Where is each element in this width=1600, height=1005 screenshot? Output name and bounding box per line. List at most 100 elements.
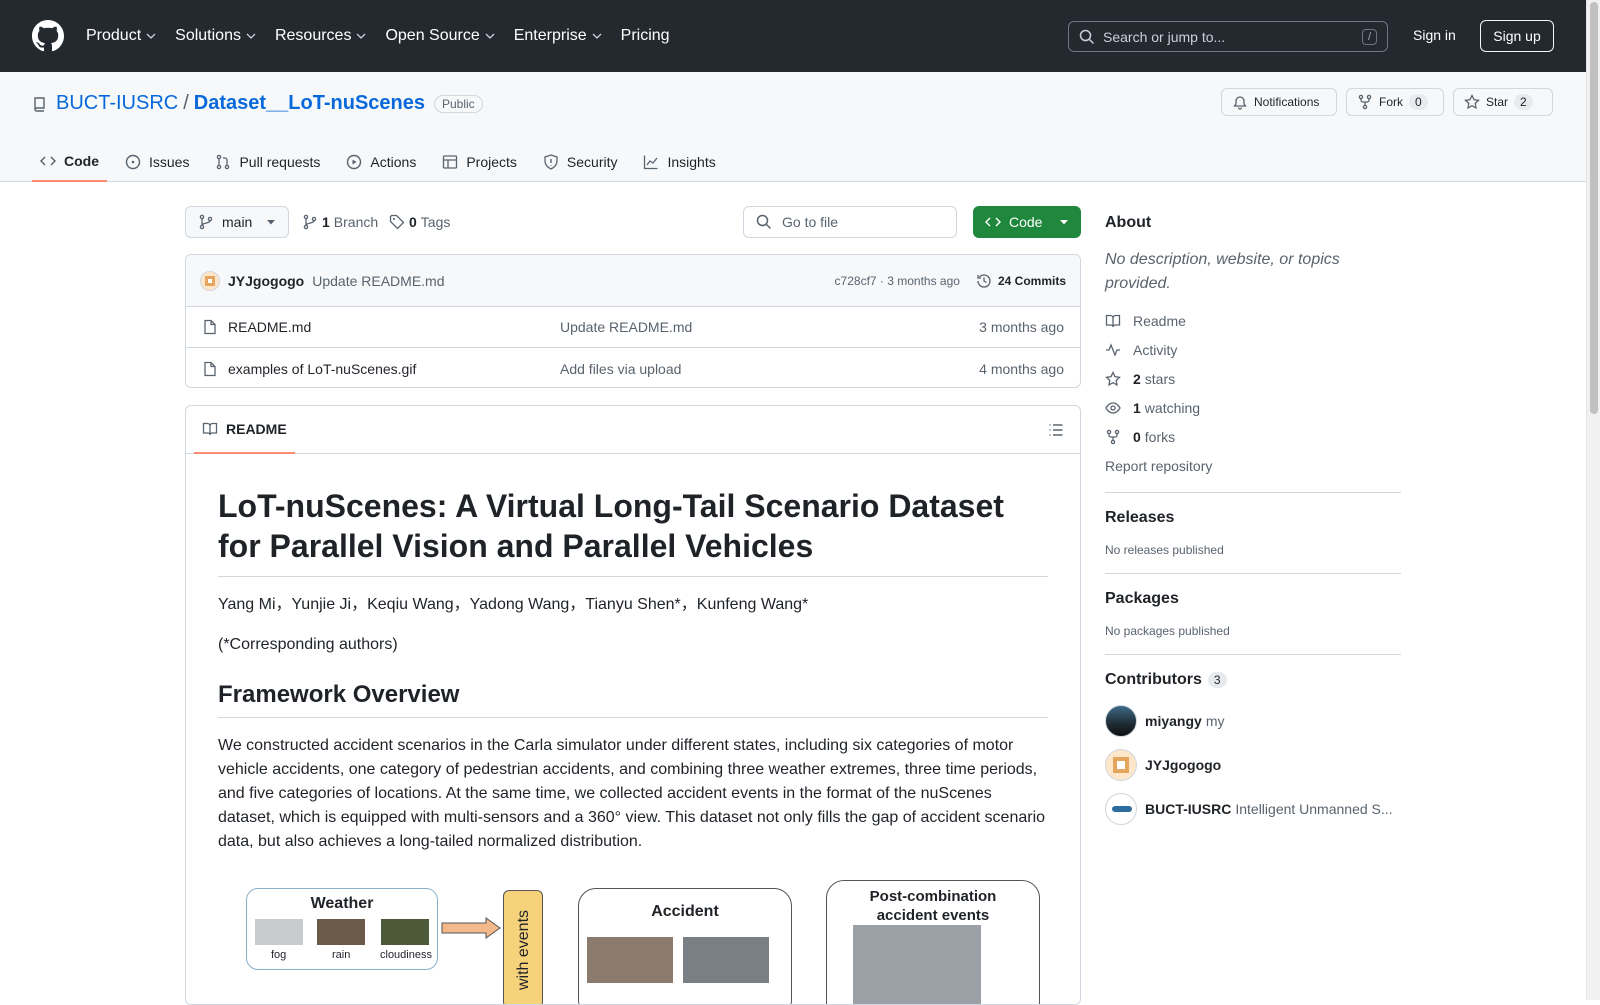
avatar[interactable]	[1105, 705, 1137, 737]
nav-open-source[interactable]: Open Source	[385, 27, 495, 45]
chevron-down-icon	[485, 33, 495, 39]
framework-diagram: Weather fog rain cloudiness with events …	[218, 880, 1048, 1004]
search-placeholder: Search or jump to...	[1103, 28, 1226, 45]
fork-icon	[1358, 94, 1372, 110]
nav-pricing[interactable]: Pricing	[621, 27, 670, 45]
rain-label: rain	[332, 949, 351, 961]
shield-icon	[544, 154, 558, 170]
contributors-heading[interactable]: Contributors 3	[1105, 671, 1401, 689]
outline-list-icon[interactable]	[1048, 422, 1064, 438]
contributor-name: my	[1205, 713, 1225, 729]
commit-hash-time[interactable]: c728cf7 · 3 months ago	[835, 274, 960, 288]
contributors-count: 3	[1207, 672, 1227, 688]
cloudiness-label: cloudiness	[380, 949, 432, 961]
file-name[interactable]: README.md	[228, 319, 560, 335]
tag-label: Tags	[420, 214, 451, 230]
repo-separator: /	[183, 92, 189, 114]
contributor-login[interactable]: JYJgogogo	[1145, 757, 1221, 773]
tab-issues[interactable]: Issues	[117, 142, 197, 182]
tab-insights[interactable]: Insights	[635, 142, 723, 182]
file-icon	[204, 361, 216, 376]
repo-owner-link[interactable]: BUCT-IUSRC	[56, 92, 178, 115]
tags-link[interactable]: 0 Tags	[389, 206, 450, 238]
contributor-login[interactable]: BUCT-IUSRC	[1145, 801, 1231, 817]
file-name[interactable]: examples of LoT-nuScenes.gif	[228, 361, 560, 377]
packages-empty: No packages published	[1105, 624, 1230, 638]
play-icon	[347, 154, 362, 170]
nav-enterprise[interactable]: Enterprise	[514, 27, 603, 45]
notifications-button[interactable]: Notifications	[1221, 88, 1337, 116]
readme-link-label: Readme	[1133, 312, 1186, 329]
avatar[interactable]	[1105, 793, 1137, 825]
releases-heading[interactable]: Releases	[1105, 509, 1401, 527]
nav-resources[interactable]: Resources	[275, 27, 367, 45]
tab-pull-requests[interactable]: Pull requests	[207, 142, 328, 182]
readme-tab[interactable]: README	[194, 406, 295, 454]
star-button[interactable]: Star 2	[1453, 88, 1553, 116]
tab-security[interactable]: Security	[535, 142, 626, 182]
chevron-down-icon	[146, 33, 156, 39]
branches-link[interactable]: 1 Branch	[302, 206, 378, 238]
bell-icon	[1233, 96, 1247, 110]
go-to-file-input[interactable]: Go to file	[743, 206, 957, 238]
report-repository-link[interactable]: Report repository	[1105, 457, 1401, 474]
github-logo-icon[interactable]	[32, 20, 64, 52]
packages-heading[interactable]: Packages	[1105, 590, 1401, 608]
issue-icon	[125, 154, 141, 170]
nav-solutions[interactable]: Solutions	[175, 27, 257, 45]
contributor-login[interactable]: miyangy	[1145, 713, 1202, 729]
readme-note: (*Corresponding authors)	[218, 636, 398, 653]
caret-down-icon	[1060, 220, 1068, 225]
repo-tabs: Code Issues Pull requests Actions Projec…	[32, 142, 734, 182]
commits-link[interactable]: 24 Commits	[976, 273, 1066, 289]
arrow-right-icon	[441, 917, 501, 939]
nav-product[interactable]: Product	[86, 27, 157, 45]
branch-count: 1	[322, 214, 330, 230]
cloudiness-thumbnail	[381, 919, 429, 945]
file-row[interactable]: README.md Update README.md 3 months ago	[186, 307, 1080, 348]
releases-empty: No releases published	[1105, 543, 1224, 557]
post-combination-label: Post-combination accident events	[869, 888, 997, 924]
stars-link[interactable]: 2 stars	[1105, 370, 1401, 387]
watching-link[interactable]: 1 watching	[1105, 399, 1401, 416]
scrollbar-thumb[interactable]	[1590, 2, 1598, 414]
code-dropdown-button[interactable]: Code	[973, 206, 1081, 238]
pulse-icon	[1106, 342, 1120, 357]
contributor-item[interactable]: BUCT-IUSRC Intelligent Unmanned S...	[1105, 793, 1401, 825]
fork-button[interactable]: Fork 0	[1346, 88, 1444, 116]
readme-link[interactable]: Readme	[1105, 312, 1401, 329]
contributor-item[interactable]: JYJgogogo	[1105, 749, 1401, 781]
releases-section: Releases No releases published	[1105, 492, 1401, 557]
star-icon	[1105, 370, 1121, 386]
branch-selector[interactable]: main	[185, 206, 289, 238]
sign-in-link[interactable]: Sign in	[1413, 27, 1456, 43]
activity-link[interactable]: Activity	[1105, 341, 1401, 358]
with-events-bar: with events	[503, 890, 543, 1004]
commit-author[interactable]: JYJgogogo	[228, 273, 304, 289]
page-scrollbar[interactable]	[1586, 0, 1600, 1000]
author-avatar[interactable]	[200, 270, 220, 291]
forks-link[interactable]: 0 forks	[1105, 428, 1401, 445]
post-combination-box: Post-combination accident events	[826, 880, 1040, 1004]
contributors-heading-label: Contributors	[1105, 671, 1202, 688]
file-time: 4 months ago	[979, 360, 1064, 377]
tab-actions[interactable]: Actions	[338, 142, 424, 182]
accident-label: Accident	[651, 903, 719, 920]
file-row[interactable]: examples of LoT-nuScenes.gif Add files v…	[186, 348, 1080, 389]
tab-code[interactable]: Code	[32, 142, 107, 182]
stars-label: stars	[1144, 370, 1176, 387]
search-input[interactable]: Search or jump to... /	[1068, 21, 1388, 52]
chevron-down-icon	[592, 33, 602, 39]
tab-projects[interactable]: Projects	[434, 142, 525, 182]
avatar[interactable]	[1105, 749, 1137, 781]
graph-icon	[644, 155, 658, 170]
branch-label: Branch	[333, 214, 379, 230]
sign-up-button[interactable]: Sign up	[1480, 20, 1554, 52]
readme-title: LoT-nuScenes: A Virtual Long-Tail Scenar…	[218, 486, 1048, 577]
file-commit-message[interactable]: Add files via upload	[560, 361, 681, 377]
pull-request-icon	[217, 154, 230, 170]
commit-message[interactable]: Update README.md	[312, 273, 444, 289]
contributor-item[interactable]: miyangy my	[1105, 705, 1401, 737]
file-commit-message[interactable]: Update README.md	[560, 319, 692, 335]
repo-name-link[interactable]: Dataset__LoT-nuScenes	[194, 92, 425, 115]
